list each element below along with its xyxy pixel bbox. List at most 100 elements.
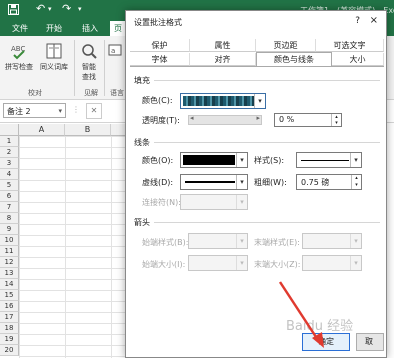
row-header[interactable]: 16 <box>0 301 19 312</box>
tab-colors-and-lines[interactable]: 颜色与线条 <box>256 52 332 67</box>
dash-sample <box>185 181 235 183</box>
row-header[interactable]: 4 <box>0 169 19 180</box>
thesaurus-button[interactable]: 同义词库 <box>36 42 72 72</box>
undo-dropdown-icon[interactable]: ▾ <box>48 5 52 13</box>
chevron-down-icon[interactable]: ▾ <box>350 234 361 248</box>
line-style-dropdown[interactable]: ▾ <box>296 152 362 168</box>
line-section-title: 线条 <box>134 138 150 147</box>
select-all-corner[interactable] <box>0 124 19 136</box>
cancel-entry-icon[interactable]: ✕ <box>86 103 102 119</box>
column-header-b[interactable]: B <box>65 124 111 136</box>
line-style-label: 样式(S): <box>254 156 285 165</box>
row-header[interactable]: 15 <box>0 290 19 301</box>
tab-home[interactable]: 开始 <box>46 23 62 34</box>
chevron-down-icon[interactable]: ▾ <box>236 175 247 189</box>
fill-color-swatch <box>183 96 255 106</box>
fill-section-title: 填充 <box>134 76 150 85</box>
tab-review[interactable]: 页 <box>110 21 126 37</box>
row-header[interactable]: 1 <box>0 136 19 147</box>
weight-value: 0.75 磅 <box>301 178 330 187</box>
thesaurus-label: 同义词库 <box>40 63 68 71</box>
end-size-dropdown[interactable]: ▾ <box>302 255 362 271</box>
line-section-divider <box>154 142 380 143</box>
spell-check-button[interactable]: ABC 拼写检查 <box>3 42 35 72</box>
tab-file[interactable]: 文件 <box>12 23 28 34</box>
fill-section-divider <box>154 80 380 81</box>
chevron-down-icon[interactable]: ▾ <box>350 256 361 270</box>
row-header[interactable]: 12 <box>0 257 19 268</box>
transparency-label: 透明度(T): <box>142 116 180 125</box>
redo-icon[interactable]: ↷ <box>62 2 71 15</box>
column-header-a[interactable]: A <box>19 124 65 136</box>
end-style-label: 末端样式(E): <box>254 238 300 247</box>
connector-dropdown[interactable]: ▾ <box>180 194 248 210</box>
cancel-button[interactable]: 取 <box>356 333 384 351</box>
help-button[interactable]: ? <box>355 16 360 26</box>
arrows-section-divider <box>154 222 380 223</box>
ok-button[interactable]: 确定 <box>302 333 350 351</box>
tab-insert[interactable]: 插入 <box>82 23 98 34</box>
tab-margins[interactable]: 页边距 <box>256 39 316 52</box>
chevron-down-icon[interactable]: ▾ <box>58 104 62 119</box>
chevron-down-icon[interactable]: ▾ <box>236 195 247 209</box>
cell-grid[interactable] <box>19 136 129 358</box>
name-box-value: 备注 2 <box>7 107 31 116</box>
row-header[interactable]: 6 <box>0 191 19 202</box>
line-style-sample <box>301 160 349 161</box>
begin-size-dropdown[interactable]: ▾ <box>188 255 248 271</box>
spinner-icon[interactable]: ▴ ▾ <box>351 175 361 189</box>
row-header[interactable]: 14 <box>0 279 19 290</box>
smart-lookup-button[interactable]: 智能 查找 <box>76 42 102 82</box>
tab-size[interactable]: 大小 <box>332 53 384 66</box>
slider-right-arrow-icon[interactable]: ▸ <box>256 114 260 122</box>
chevron-down-icon[interactable]: ▾ <box>236 234 247 248</box>
spinner-icon[interactable]: ▴ ▾ <box>331 114 341 126</box>
row-header[interactable]: 7 <box>0 202 19 213</box>
row-header[interactable]: 17 <box>0 312 19 323</box>
transparency-slider[interactable]: ◂ ▸ <box>188 114 262 125</box>
row-header[interactable]: 3 <box>0 158 19 169</box>
row-header[interactable]: 13 <box>0 268 19 279</box>
begin-style-dropdown[interactable]: ▾ <box>188 233 248 249</box>
dash-dropdown[interactable]: ▾ <box>180 174 248 190</box>
fill-color-label: 颜色(C): <box>142 96 173 105</box>
close-button[interactable]: × <box>370 15 378 26</box>
line-color-dropdown[interactable]: ▾ <box>180 152 248 168</box>
chevron-down-icon[interactable]: ▾ <box>236 256 247 270</box>
chevron-down-icon[interactable]: ▾ <box>350 153 361 167</box>
save-icon[interactable] <box>8 4 19 15</box>
weight-label: 粗细(W): <box>254 178 287 187</box>
row-header[interactable]: 8 <box>0 213 19 224</box>
format-comment-dialog: 设置批注格式 ? × 保护 属性 页边距 可选文字 字体 对齐 颜色与线条 大小… <box>125 10 387 358</box>
row-header[interactable]: 19 <box>0 334 19 345</box>
tab-protection[interactable]: 保护 <box>130 39 190 52</box>
spell-check-label: 拼写检查 <box>5 63 33 71</box>
row-header[interactable]: 5 <box>0 180 19 191</box>
row-header[interactable]: 10 <box>0 235 19 246</box>
smart-lookup-icon <box>80 42 98 60</box>
slider-left-arrow-icon[interactable]: ◂ <box>190 114 194 122</box>
language-button[interactable]: a <box>106 42 124 62</box>
tab-panel-border <box>130 66 384 67</box>
row-header[interactable]: 9 <box>0 224 19 235</box>
row-header[interactable]: 18 <box>0 323 19 334</box>
spell-check-icon: ABC <box>10 42 28 60</box>
undo-icon[interactable]: ↶ <box>36 2 45 15</box>
transparency-input[interactable]: 0 % ▴ ▾ <box>274 113 342 127</box>
chevron-down-icon[interactable]: ▾ <box>254 94 265 108</box>
tab-font[interactable]: 字体 <box>130 53 190 66</box>
weight-input[interactable]: 0.75 磅 ▴ ▾ <box>296 174 362 190</box>
chevron-down-icon[interactable]: ▾ <box>236 153 247 167</box>
tab-properties[interactable]: 属性 <box>190 39 256 52</box>
tab-alignment[interactable]: 对齐 <box>190 53 256 66</box>
fill-color-dropdown[interactable]: ▾ <box>180 93 266 109</box>
row-header[interactable]: 20 <box>0 345 19 356</box>
connector-label: 连接符(N): <box>142 198 181 207</box>
tab-alt-text[interactable]: 可选文字 <box>316 39 384 52</box>
name-box[interactable]: 备注 2 ▾ <box>3 103 66 118</box>
dialog-title: 设置批注格式 <box>134 18 182 27</box>
row-header[interactable]: 2 <box>0 147 19 158</box>
row-header[interactable]: 11 <box>0 246 19 257</box>
end-style-dropdown[interactable]: ▾ <box>302 233 362 249</box>
qat-more-icon[interactable]: ▾ <box>78 5 82 13</box>
